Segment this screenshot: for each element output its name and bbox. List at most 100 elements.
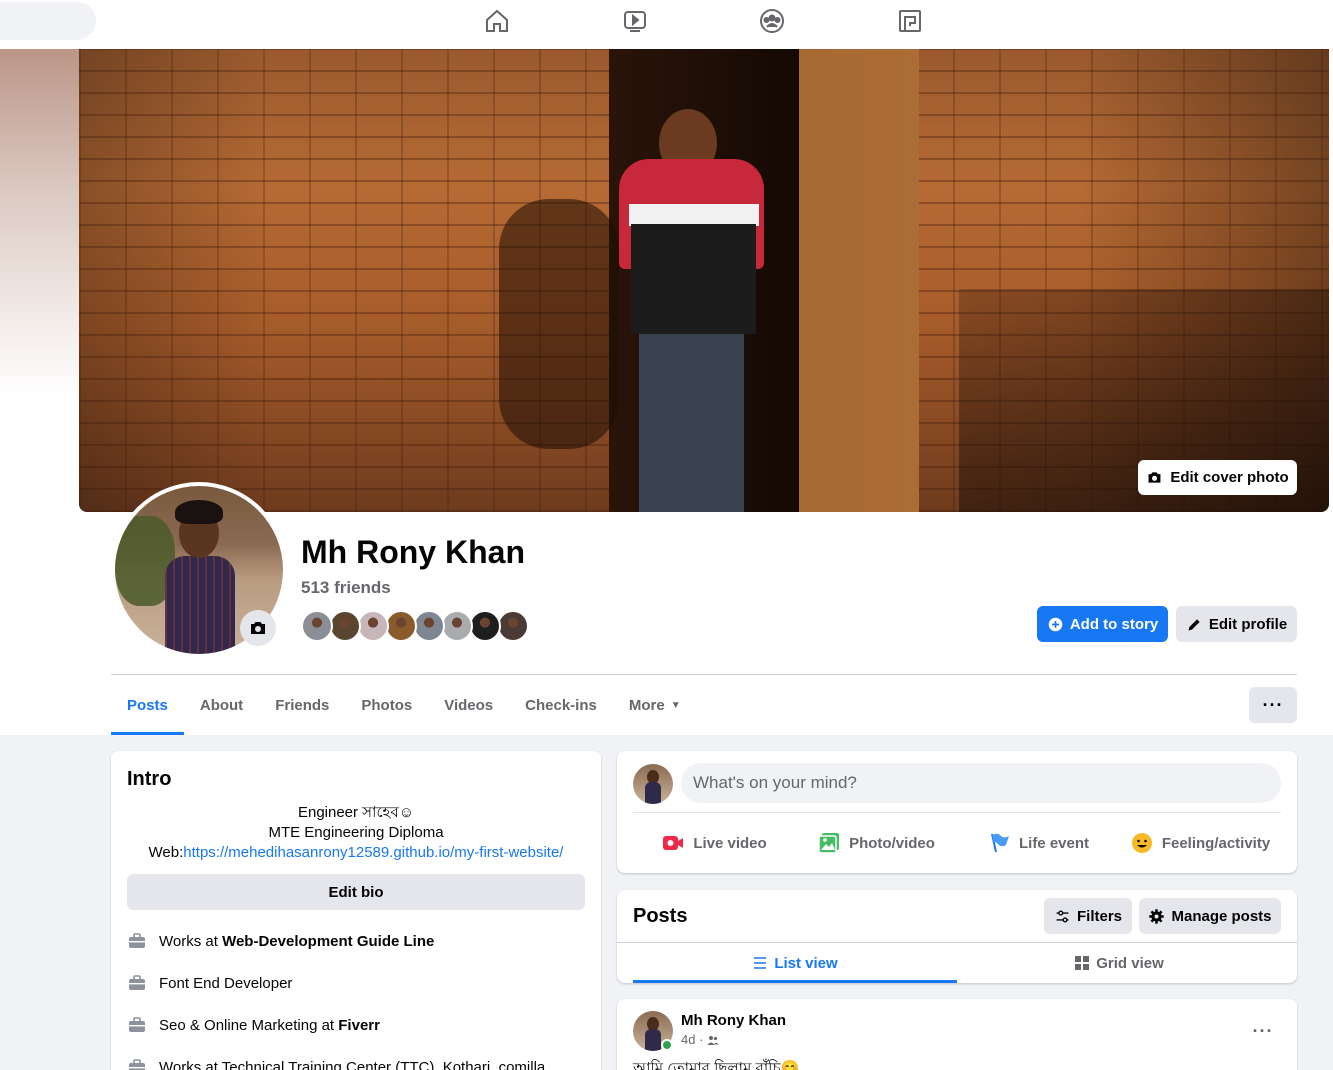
- composer-actions: Live video Photo/video Life event Feelin…: [633, 821, 1281, 865]
- live-video-icon: [663, 836, 684, 850]
- bio-text: Engineer সাহেব☺ MTE Engineering Diploma …: [127, 803, 585, 863]
- briefcase-icon: [129, 1059, 145, 1070]
- home-icon[interactable]: [482, 6, 512, 36]
- composer-input[interactable]: What's on your mind?: [681, 763, 1281, 803]
- search-bar[interactable]: [0, 2, 96, 40]
- friend-avatar[interactable]: [385, 610, 417, 642]
- tab-photos[interactable]: Photos: [345, 675, 428, 735]
- top-nav: [0, 0, 1333, 49]
- friends-count[interactable]: 513 friends: [301, 578, 391, 598]
- tab-label: Posts: [127, 696, 168, 714]
- profile-options-button[interactable]: ···: [1249, 687, 1297, 723]
- tab-videos[interactable]: Videos: [428, 675, 509, 735]
- filters-label: Filters: [1076, 907, 1122, 925]
- friend-avatar[interactable]: [357, 610, 389, 642]
- tab-about[interactable]: About: [184, 675, 259, 735]
- feeling-activity-button[interactable]: Feeling/activity: [1119, 821, 1281, 865]
- live-video-button[interactable]: Live video: [633, 821, 795, 865]
- tab-more[interactable]: More ▼: [613, 675, 697, 735]
- friend-avatar[interactable]: [469, 610, 501, 642]
- photo-video-label: Photo/video: [849, 834, 935, 852]
- post-meta: 4d ·: [681, 1032, 719, 1047]
- friend-avatar[interactable]: [497, 610, 529, 642]
- briefcase-icon: [129, 933, 145, 948]
- gaming-icon[interactable]: [895, 6, 925, 36]
- edit-cover-photo-button[interactable]: Edit cover photo: [1138, 460, 1297, 495]
- edit-profile-button[interactable]: Edit profile: [1176, 606, 1297, 642]
- flag-icon: [990, 833, 1009, 852]
- intro-item-text: Font End Developer: [159, 974, 293, 992]
- profile-name: Mh Rony Khan: [301, 534, 525, 570]
- manage-posts-label: Manage posts: [1171, 907, 1272, 925]
- friend-avatar[interactable]: [329, 610, 361, 642]
- update-avatar-button[interactable]: [240, 610, 276, 646]
- bio-web-prefix: Web:: [148, 844, 184, 861]
- friend-avatar[interactable]: [413, 610, 445, 642]
- list-view-tab[interactable]: List view: [633, 943, 957, 983]
- life-event-button[interactable]: Life event: [957, 821, 1119, 865]
- post-time[interactable]: 4d ·: [681, 1032, 703, 1047]
- intro-item-company[interactable]: Web-Development Guide Line: [222, 933, 434, 950]
- posts-title: Posts: [633, 905, 688, 927]
- friends-audience-icon[interactable]: [707, 1034, 719, 1046]
- friend-avatar[interactable]: [301, 610, 333, 642]
- live-video-label: Live video: [693, 834, 767, 852]
- manage-posts-button[interactable]: Manage posts: [1139, 898, 1281, 934]
- intro-item-company[interactable]: Fiverr: [338, 1017, 380, 1034]
- groups-icon[interactable]: [757, 6, 787, 36]
- smiley-icon: [1131, 833, 1152, 853]
- edit-cover-label: Edit cover photo: [1170, 469, 1289, 486]
- tab-label: More: [628, 696, 665, 714]
- photo-video-button[interactable]: Photo/video: [795, 821, 957, 865]
- side-decoration: [0, 49, 79, 399]
- divider: [633, 812, 1281, 813]
- bio-line: MTE Engineering Diploma: [268, 824, 444, 841]
- camera-icon: [251, 622, 265, 634]
- life-event-label: Life event: [1018, 834, 1090, 852]
- intro-card: Intro Engineer সাহেব☺ MTE Engineering Di…: [111, 751, 601, 1070]
- post-text: আমি তোমার ছিলাম বাঁচি😊: [633, 1060, 800, 1070]
- tab-check-ins[interactable]: Check-ins: [509, 675, 613, 735]
- tab-label: About: [199, 696, 244, 714]
- posts-header-card: Posts Filters Manage posts List view Gri…: [617, 890, 1297, 983]
- pencil-icon: [1188, 618, 1200, 630]
- filters-button[interactable]: Filters: [1044, 898, 1132, 934]
- tab-friends[interactable]: Friends: [259, 675, 345, 735]
- intro-item-work: Works at Web-Development Guide Line: [127, 931, 434, 951]
- post-card: Mh Rony Khan 4d · ··· আমি তোমার ছিলাম বা…: [617, 999, 1297, 1070]
- intro-item-work: Works at Technical Training Center (TTC)…: [127, 1057, 545, 1070]
- grid-icon: [1075, 956, 1090, 970]
- online-status-dot: [661, 1039, 673, 1051]
- watch-icon[interactable]: [620, 6, 650, 36]
- bio-website-link[interactable]: https://mehedihasanrony12589.github.io/m…: [183, 844, 563, 861]
- tab-label: Photos: [361, 696, 413, 714]
- plus-circle-icon: [1048, 617, 1063, 631]
- cover-photo[interactable]: [79, 49, 1329, 512]
- edit-profile-label: Edit profile: [1208, 615, 1288, 633]
- tab-posts[interactable]: Posts: [111, 675, 184, 735]
- tab-label: Videos: [444, 696, 494, 714]
- friend-avatar[interactable]: [441, 610, 473, 642]
- grid-view-label: Grid view: [1096, 954, 1164, 972]
- tab-label: Friends: [275, 696, 330, 714]
- profile-tabs: Posts About Friends Photos Videos Check-…: [111, 675, 697, 735]
- list-icon: [754, 957, 767, 969]
- tab-label: Check-ins: [525, 696, 597, 714]
- photo-icon: [818, 833, 840, 854]
- avatar[interactable]: [633, 764, 673, 804]
- intro-item-work: Font End Developer: [127, 973, 292, 993]
- post-options-button[interactable]: ···: [1245, 1013, 1281, 1049]
- bio-line: Engineer সাহেব☺: [297, 804, 415, 821]
- intro-item-text: Seo & Online Marketing at: [159, 1016, 339, 1034]
- add-to-story-button[interactable]: Add to story: [1037, 606, 1168, 642]
- feeling-label: Feeling/activity: [1161, 834, 1271, 852]
- add-story-label: Add to story: [1069, 615, 1159, 633]
- intro-item-text: Works at: [159, 932, 223, 950]
- grid-view-tab[interactable]: Grid view: [957, 943, 1281, 983]
- briefcase-icon: [129, 975, 145, 990]
- post-author[interactable]: Mh Rony Khan: [681, 1012, 786, 1029]
- edit-bio-button[interactable]: Edit bio: [127, 874, 585, 910]
- gear-icon: [1149, 908, 1165, 924]
- sliders-icon: [1056, 910, 1069, 922]
- list-view-label: List view: [774, 954, 838, 972]
